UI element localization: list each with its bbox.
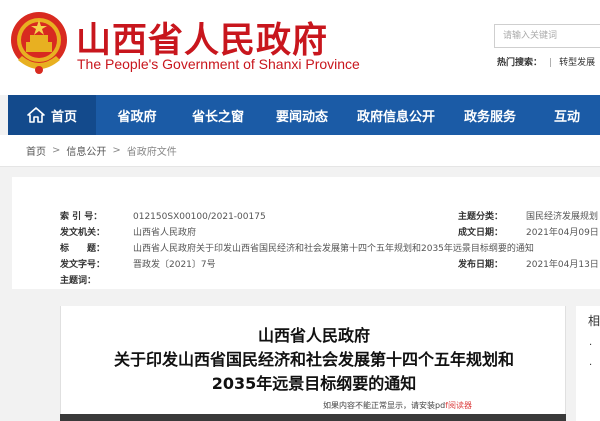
pdf-note-text: 如果内容不能正常显示，请安装pd: [323, 401, 446, 410]
meta-published-label: 发布日期：: [458, 260, 504, 270]
meta-index: 索 引 号： 012150SX00100/2021-00175: [60, 209, 266, 222]
meta-published: 发布日期： 2021年04月13日: [458, 257, 599, 270]
related-bullet: ·: [589, 360, 593, 371]
meta-created: 成文日期： 2021年04月09日: [458, 225, 599, 238]
meta-created-label: 成文日期：: [458, 228, 504, 238]
meta-category-label: 主题分类：: [458, 212, 504, 222]
meta-title: 标 题： 山西省人民政府关于印发山西省国民经济和社会发展第十四个五年规划和2035…: [60, 241, 534, 254]
related-title: 相: [588, 314, 600, 328]
home-icon: [27, 107, 45, 123]
meta-theme-label: 主题词：: [60, 276, 97, 286]
nav-item-governor-window[interactable]: 省长之窗: [178, 95, 258, 135]
meta-docno-label: 发文字号：: [60, 260, 106, 270]
meta-title-value: 山西省人民政府关于印发山西省国民经济和社会发展第十四个五年规划和2035年远景目…: [133, 244, 534, 254]
hot-search-label: 热门搜索：: [497, 58, 543, 68]
meta-theme: 主题词：: [60, 273, 115, 286]
doc-title-line2: 关于印发山西省国民经济和社会发展第十四个五年规划和: [113, 350, 514, 369]
nav-item-interaction[interactable]: 互动: [534, 95, 600, 135]
breadcrumb-current[interactable]: 省政府文件: [127, 143, 177, 158]
site-header: 山西省人民政府 The People's Government of Shanx…: [0, 0, 600, 95]
hot-search: 热门搜索： | 转型发展: [497, 55, 600, 68]
nav-item-label: 首页: [50, 109, 77, 125]
hot-search-item[interactable]: 转型发展: [559, 58, 595, 68]
nav-item-home[interactable]: 首页: [8, 95, 96, 135]
meta-published-value: 2021年04月13日: [526, 260, 599, 270]
meta-issuer: 发文机关： 山西省人民政府: [60, 225, 196, 238]
site-subtitle: The People's Government of Shanxi Provin…: [77, 56, 360, 72]
nav-item-provincial-government[interactable]: 省政府: [96, 95, 178, 135]
pdf-viewer-toolbar[interactable]: [60, 414, 566, 421]
meta-index-value: 012150SX00100/2021-00175: [133, 212, 266, 222]
breadcrumb: 首页 > 信息公开 > 省政府文件: [0, 135, 600, 167]
main-nav: 首页 省政府 省长之窗 要闻动态 政府信息公开 政务服务 互动: [8, 95, 600, 135]
breadcrumb-separator: >: [112, 145, 121, 156]
nav-item-gov-info[interactable]: 政府信息公开: [346, 95, 446, 135]
nav-item-gov-services[interactable]: 政务服务: [446, 95, 534, 135]
meta-created-value: 2021年04月09日: [526, 228, 599, 238]
related-bullet: ·: [589, 340, 593, 351]
meta-issuer-value: 山西省人民政府: [133, 228, 197, 238]
doc-title-line3: 2035年远景目标纲要的通知: [211, 374, 417, 393]
breadcrumb-home[interactable]: 首页: [26, 143, 46, 158]
hot-search-separator: |: [549, 58, 553, 68]
document-content: 山西省人民政府 关于印发山西省国民经济和社会发展第十四个五年规划和 2035年远…: [60, 306, 566, 421]
meta-docno: 发文字号： 晋政发〔2021〕7号: [60, 257, 216, 270]
national-emblem-icon: [11, 12, 67, 74]
meta-category: 主题分类： 国民经济发展规划: [458, 209, 598, 222]
meta-title-label: 标 题：: [60, 244, 106, 254]
pdf-note: 如果内容不能正常显示，请安装pdf阅读器: [323, 400, 472, 411]
breadcrumb-info[interactable]: 信息公开: [66, 143, 106, 158]
breadcrumb-separator: >: [52, 145, 61, 156]
search-input[interactable]: [494, 24, 600, 48]
pdf-reader-link[interactable]: f阅读器: [445, 401, 472, 410]
meta-docno-value: 晋政发〔2021〕7号: [133, 260, 216, 270]
nav-item-news[interactable]: 要闻动态: [258, 95, 346, 135]
meta-index-label: 索 引 号：: [60, 212, 103, 222]
meta-issuer-label: 发文机关：: [60, 228, 106, 238]
doc-title-line1: 山西省人民政府: [257, 326, 370, 345]
document-metadata: 索 引 号： 012150SX00100/2021-00175 发文机关： 山西省人…: [12, 177, 600, 289]
meta-category-value: 国民经济发展规划: [526, 212, 599, 222]
